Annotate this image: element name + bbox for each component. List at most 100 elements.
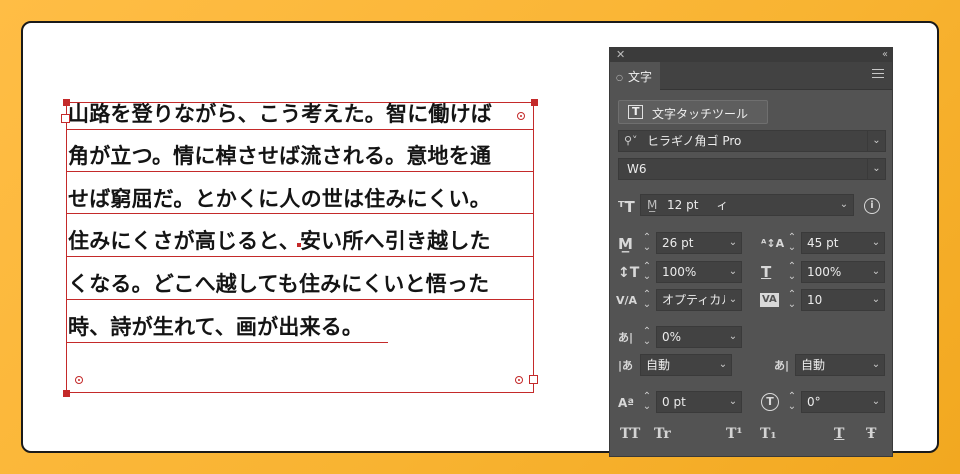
chevron-down-icon: ⌄: [725, 327, 741, 347]
tracking-icon: VA: [760, 293, 779, 307]
tab-character[interactable]: ○ 文字: [610, 62, 660, 91]
aki-right-icon: あ|: [774, 359, 790, 372]
touch-type-tool-button[interactable]: 文字タッチツール: [618, 100, 768, 124]
kerning-method-field[interactable]: オプティカル ⌄: [656, 289, 742, 311]
vertical-scale-value: 100%: [662, 265, 697, 279]
chevron-down-icon: ⌄: [725, 392, 741, 412]
panel-tab-bar: ○ 文字: [610, 62, 892, 91]
corner-widget-top-right[interactable]: [517, 112, 525, 120]
chevron-down-icon: ⌄: [867, 159, 885, 179]
collapse-icon[interactable]: ‹‹: [882, 48, 888, 62]
text-line-3[interactable]: せば窮屈だ。とかくに人の世は住みにくい。: [68, 182, 491, 218]
tsume-value: 0%: [662, 330, 682, 344]
font-size-unit-icon: M̲: [647, 198, 658, 212]
tracking-field[interactable]: 10 ⌄: [801, 289, 885, 311]
font-size-field[interactable]: M̲ 12 pt ィ ⌄: [640, 194, 854, 216]
tracking-value: 10: [807, 293, 823, 307]
frame-handle-bottom-left[interactable]: [63, 390, 70, 397]
chevron-down-icon: ⌄: [725, 290, 741, 310]
leading-value: 26 pt: [662, 236, 694, 250]
font-size-suffix: ィ: [716, 198, 729, 212]
aki-right-value: 自動: [801, 358, 826, 372]
chevron-down-icon: ⌄: [725, 262, 741, 282]
all-caps-button[interactable]: TT: [620, 426, 640, 442]
character-panel: ✕ ‹‹ ○ 文字 文字タッチツール ⚲˅ ヒラギノ角ゴ Pro ⌄ W6 ⌄ …: [609, 47, 893, 457]
vertical-scale-field[interactable]: 100% ⌄: [656, 261, 742, 283]
tracking-stepper[interactable]: ⌃ ⌄: [785, 289, 799, 311]
font-style-dropdown[interactable]: W6 ⌄: [618, 158, 886, 180]
text-line-1[interactable]: 山路を登りながら、こう考えた。智に働けば: [68, 97, 492, 133]
strikethrough-button[interactable]: Ŧ: [866, 426, 876, 442]
leading-stepper[interactable]: ⌃ ⌄: [640, 232, 654, 254]
underline-button[interactable]: T: [834, 426, 844, 442]
rotation-stepper[interactable]: ⌃ ⌄: [785, 391, 799, 413]
font-size-icon: ᵀT: [618, 198, 635, 216]
chevron-down-icon: ⌄: [868, 290, 884, 310]
search-icon: ⚲˅: [624, 134, 638, 147]
baseline-shift-icon: Aª: [618, 396, 635, 410]
aki-left-value: 自動: [646, 358, 671, 372]
panel-title-bar: ✕ ‹‹: [610, 48, 892, 62]
corner-widget-bottom-left[interactable]: [75, 376, 83, 384]
vertical-scale-icon: ↕T: [618, 265, 640, 281]
frame-handle-top-left[interactable]: [63, 99, 70, 106]
rotation-field[interactable]: 0° ⌄: [801, 391, 885, 413]
panel-menu-icon[interactable]: [872, 69, 884, 79]
text-line-4[interactable]: 住みにくさが高じると、安い所へ引き越した: [68, 224, 491, 260]
text-line-6[interactable]: 時、詩が生れて、画が出来る。: [68, 310, 363, 346]
corner-widget-bottom-right[interactable]: [515, 376, 523, 384]
leading-icon: M̲: [618, 235, 633, 253]
kerning-method-value: オプティカル: [662, 293, 734, 307]
chevron-down-icon: ⌄: [839, 199, 849, 210]
text-line-2[interactable]: 角が立つ。情に棹させば流される。意地を通: [68, 139, 491, 175]
font-family-value: ヒラギノ角ゴ Pro: [647, 134, 742, 148]
aki-left-dropdown[interactable]: 自動 ⌄: [640, 354, 732, 376]
chevron-down-icon: ⌄: [868, 233, 884, 253]
superscript-button[interactable]: T¹: [726, 426, 743, 442]
kerning-method-icon: V/A: [616, 294, 638, 307]
in-port-handle[interactable]: [61, 114, 70, 123]
vertical-scale-stepper[interactable]: ⌃ ⌄: [640, 261, 654, 283]
frame-handle-top-right[interactable]: [531, 99, 538, 106]
character-rotation-icon: T: [761, 393, 779, 411]
horizontal-scale-value: 100%: [807, 265, 842, 279]
chevron-down-icon: ⌄: [715, 355, 731, 375]
aki-right-dropdown[interactable]: 自動 ⌄: [795, 354, 885, 376]
aki-left-icon: |あ: [618, 359, 634, 372]
chevron-down-icon: ⌄: [725, 233, 741, 253]
kerning-method-stepper[interactable]: ⌃ ⌄: [640, 289, 654, 311]
leading-field[interactable]: 26 pt ⌄: [656, 232, 742, 254]
chevron-down-icon: ⌄: [867, 131, 885, 151]
horizontal-scale-icon: T: [761, 263, 772, 281]
rotation-value: 0°: [807, 395, 821, 409]
baseline-shift-field[interactable]: 0 pt ⌄: [656, 391, 742, 413]
kerning-value: 45 pt: [807, 236, 839, 250]
out-port-handle[interactable]: [529, 375, 538, 384]
small-caps-button[interactable]: Tr: [654, 426, 671, 442]
touch-type-icon: [628, 105, 643, 119]
close-icon[interactable]: ✕: [616, 48, 625, 62]
kerning-stepper[interactable]: ⌃ ⌄: [785, 232, 799, 254]
text-cursor-mark: [297, 243, 301, 247]
subscript-button[interactable]: T₁: [760, 426, 777, 442]
baseline-shift-value: 0 pt: [662, 395, 686, 409]
chevron-down-icon: ⌄: [868, 392, 884, 412]
tsume-icon: あ|: [618, 331, 634, 344]
font-size-value: 12 pt: [667, 198, 699, 212]
kerning-field[interactable]: 45 pt ⌄: [801, 232, 885, 254]
info-icon[interactable]: i: [864, 198, 880, 214]
chevron-down-icon: ⌄: [868, 355, 884, 375]
chevron-down-icon: ⌄: [868, 262, 884, 282]
baseline-shift-stepper[interactable]: ⌃ ⌄: [640, 391, 654, 413]
font-family-dropdown[interactable]: ⚲˅ ヒラギノ角ゴ Pro ⌄: [618, 130, 886, 152]
tsume-stepper[interactable]: ⌃ ⌄: [640, 326, 654, 348]
horizontal-scale-stepper[interactable]: ⌃ ⌄: [785, 261, 799, 283]
tab-grip-icon: ○: [616, 73, 623, 82]
font-style-value: W6: [627, 162, 647, 176]
tab-character-label: 文字: [628, 70, 653, 84]
text-line-5[interactable]: くなる。どこへ越しても住みにくいと悟った: [68, 267, 489, 303]
horizontal-scale-field[interactable]: 100% ⌄: [801, 261, 885, 283]
touch-type-label: 文字タッチツール: [652, 107, 749, 121]
kerning-icon: ᴬ↕A: [761, 237, 785, 250]
tsume-field[interactable]: 0% ⌄: [656, 326, 742, 348]
